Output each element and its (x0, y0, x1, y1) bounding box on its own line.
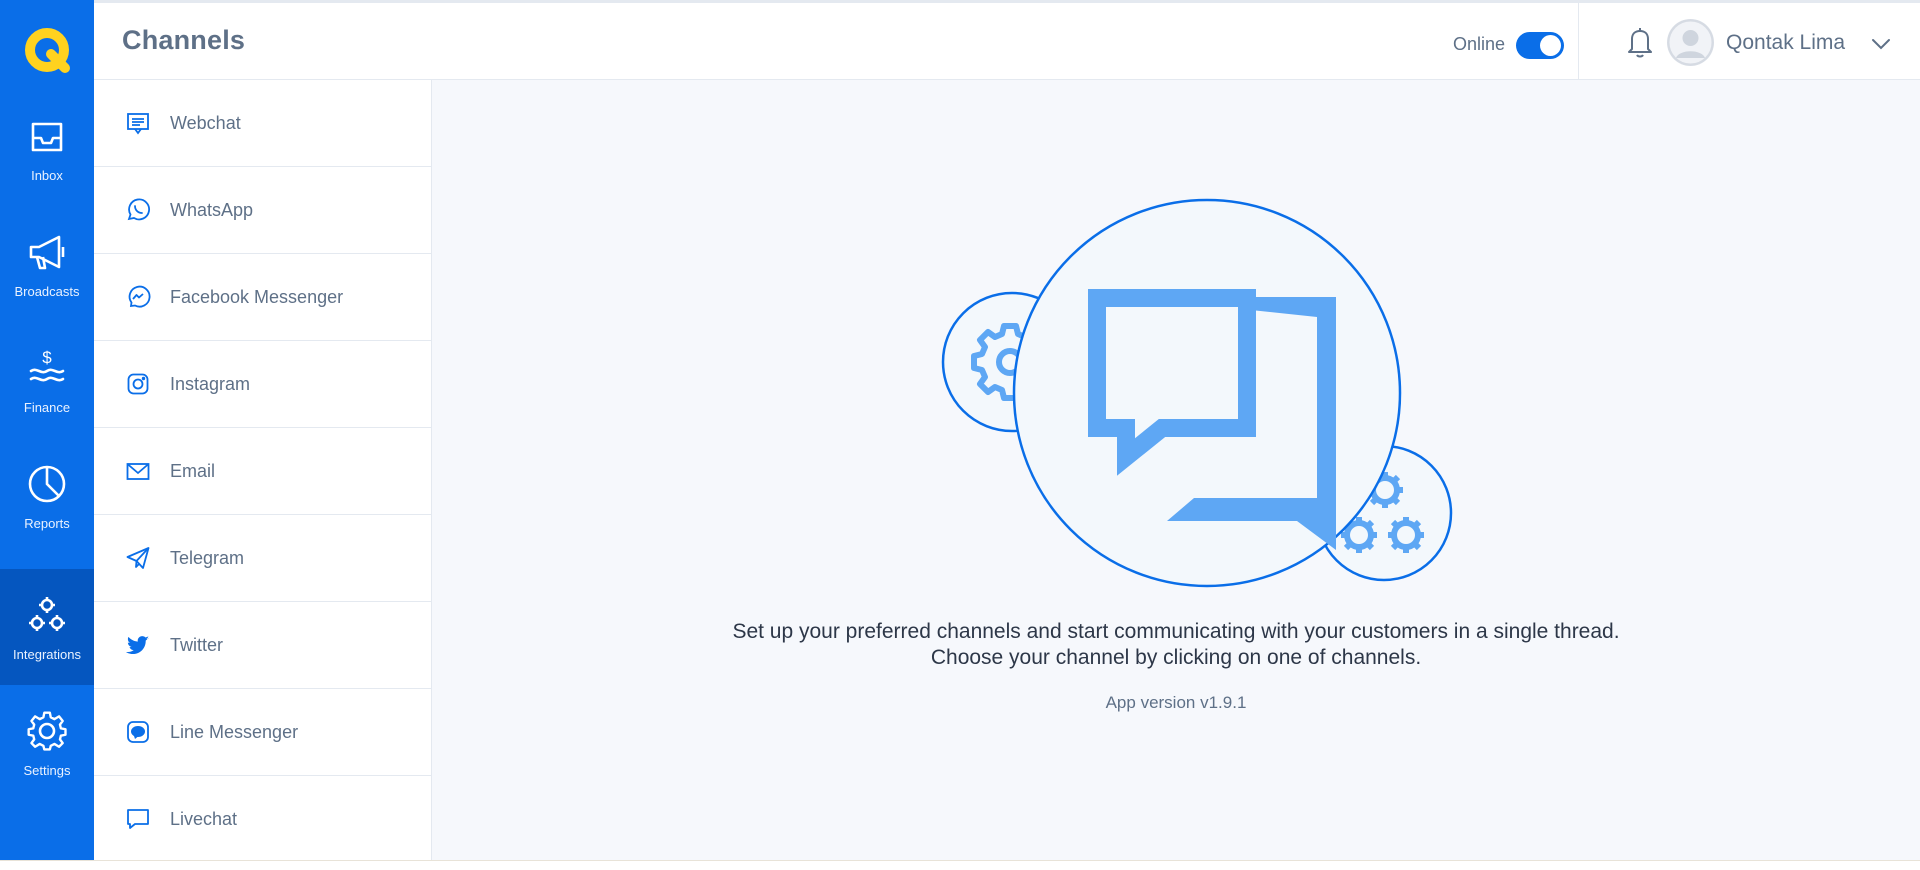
twitter-icon (124, 631, 152, 659)
bottom-bar (0, 860, 1920, 870)
megaphone-icon (29, 235, 65, 269)
svg-text:$: $ (42, 348, 52, 367)
top-header: Channels Online Qontak Lima (94, 0, 1920, 81)
channel-label: Twitter (170, 634, 224, 655)
instagram-icon (124, 370, 152, 398)
finance-icon: $ (29, 348, 65, 381)
messenger-icon (124, 283, 152, 311)
app-version: App version v1.9.1 (1105, 693, 1247, 712)
nav-item-inbox[interactable]: Inbox (0, 90, 94, 206)
nav-item-integrations[interactable]: Integrations (0, 569, 94, 685)
online-status-label: Online (1453, 34, 1506, 54)
page-title: Channels (122, 25, 246, 55)
channel-item-whatsapp[interactable]: WhatsApp (94, 167, 431, 254)
channel-label: Instagram (170, 373, 251, 394)
channel-item-email[interactable]: Email (94, 428, 431, 515)
online-status-toggle[interactable] (1516, 32, 1564, 59)
nav-item-settings[interactable]: Settings (0, 685, 94, 801)
user-avatar[interactable] (1667, 19, 1714, 66)
qontak-logo-icon (25, 28, 70, 73)
nav-label-reports: Reports (24, 515, 70, 531)
nav-label-integrations: Integrations (13, 646, 81, 662)
nav-item-finance[interactable]: $ Finance (0, 322, 94, 438)
channel-label: Email (170, 460, 216, 481)
line-icon (124, 718, 152, 746)
integrations-icon (29, 596, 65, 631)
empty-state-message-line-2: Choose your channel by clicking on one o… (930, 646, 1422, 669)
channel-label: Facebook Messenger (170, 286, 344, 307)
nav-label-inbox: Inbox (31, 167, 63, 183)
toggle-knob (1540, 35, 1561, 56)
nav-item-reports[interactable]: Reports (0, 438, 94, 554)
livechat-icon (124, 805, 152, 833)
channel-list: Webchat WhatsApp Facebook Messenger Inst… (94, 80, 432, 870)
channel-label: WhatsApp (170, 199, 254, 220)
channel-label: Line Messenger (170, 721, 299, 742)
webchat-icon (124, 109, 152, 137)
email-icon (124, 457, 152, 485)
nav-item-broadcasts[interactable]: Broadcasts (0, 206, 94, 322)
nav-label-settings: Settings (23, 762, 71, 778)
channel-item-webchat[interactable]: Webchat (94, 80, 431, 167)
channels-illustration (941, 198, 1453, 588)
app-logo[interactable] (0, 0, 94, 100)
empty-state-message-line-1: Set up your preferred channels and start… (732, 620, 1620, 643)
whatsapp-icon (124, 196, 152, 224)
channel-item-instagram[interactable]: Instagram (94, 341, 431, 428)
main-nav-rail: Inbox Broadcasts $ Finance Reports Integ… (0, 0, 94, 870)
header-divider (1578, 3, 1579, 81)
telegram-icon (124, 544, 152, 572)
channel-item-twitter[interactable]: Twitter (94, 602, 431, 689)
inbox-icon (31, 122, 63, 151)
chevron-down-icon[interactable] (1870, 33, 1892, 55)
channel-label: Webchat (170, 112, 241, 133)
gear-icon (27, 710, 67, 751)
channel-item-telegram[interactable]: Telegram (94, 515, 431, 602)
channel-item-livechat[interactable]: Livechat (94, 776, 431, 863)
notification-bell-icon[interactable] (1624, 25, 1656, 59)
main-content: Set up your preferred channels and start… (432, 80, 1920, 860)
pie-chart-icon (28, 465, 66, 502)
channel-label: Telegram (170, 547, 245, 568)
channel-item-line-messenger[interactable]: Line Messenger (94, 689, 431, 776)
channel-label: Livechat (170, 808, 238, 829)
nav-label-finance: Finance (23, 399, 71, 415)
nav-label-broadcasts: Broadcasts (14, 283, 80, 299)
avatar-placeholder-icon (1667, 19, 1714, 66)
channel-item-facebook-messenger[interactable]: Facebook Messenger (94, 254, 431, 341)
user-name[interactable]: Qontak Lima (1726, 31, 1845, 55)
